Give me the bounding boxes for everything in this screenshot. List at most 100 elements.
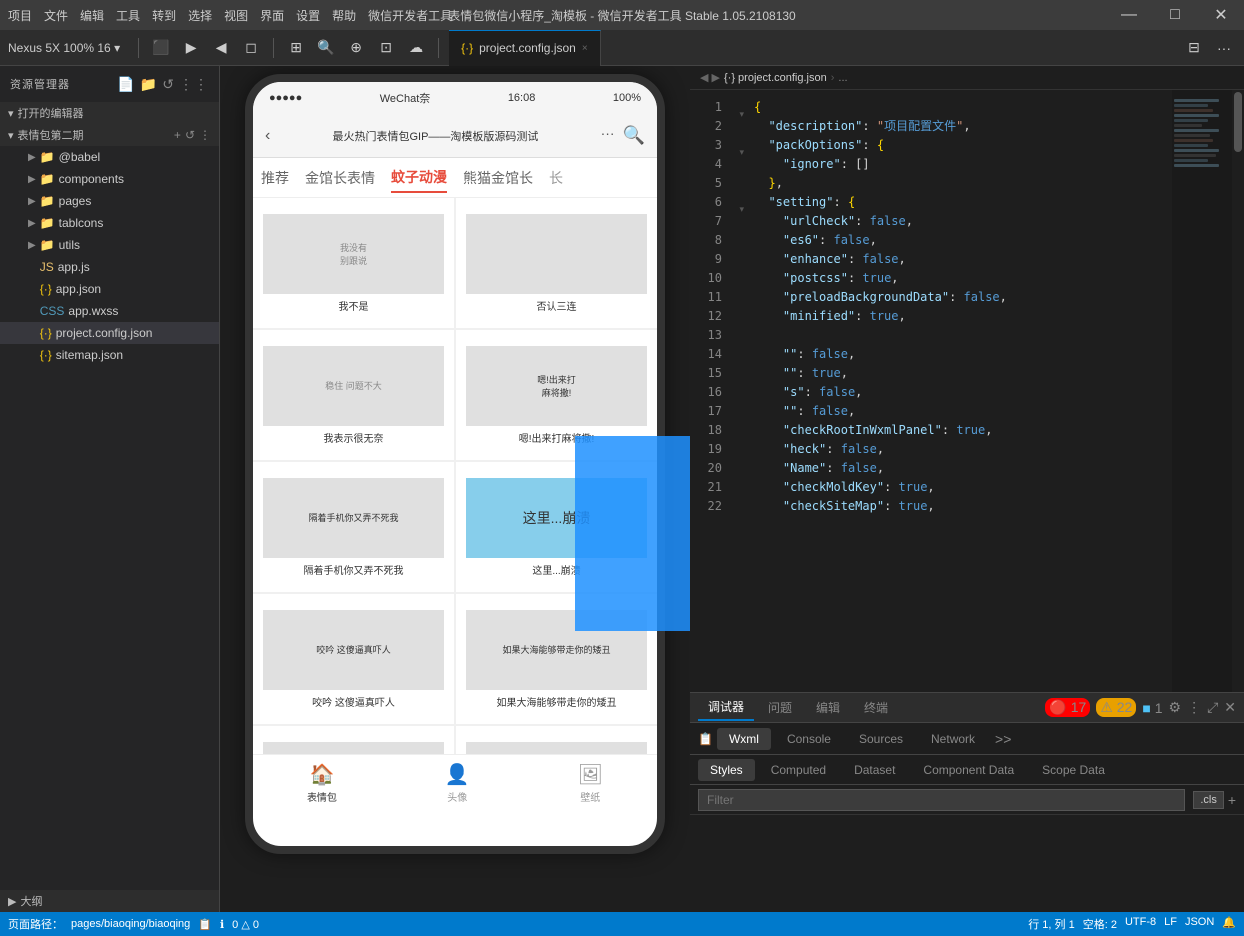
tree-item-appwxss[interactable]: ▶ CSS app.wxss xyxy=(0,300,219,322)
editor-tab-project-config[interactable]: {·} project.config.json × xyxy=(449,30,601,66)
device-selector[interactable]: Nexus 5X 100% 16 ▾ xyxy=(8,41,120,55)
code-area[interactable]: { "description": "项目配置文件", "packOptions"… xyxy=(746,90,1172,692)
refresh-sidebar-icon[interactable]: ↺ xyxy=(162,76,175,93)
status-info-icon[interactable]: ℹ xyxy=(220,918,224,931)
subtab-more-icon[interactable]: >> xyxy=(991,727,1015,751)
outline-section[interactable]: ▶ 大纲 xyxy=(0,890,219,912)
package-menu-icon[interactable]: ⋮ xyxy=(199,128,211,142)
emoji-card-5[interactable]: 隔着手机你又弄不死我 隔着手机你又弄不死我 xyxy=(253,462,454,592)
menu-goto[interactable]: 转到 xyxy=(152,7,176,24)
compile-icon[interactable]: ▶ xyxy=(179,36,203,60)
bottom-tab-avatar[interactable]: 👤 头像 xyxy=(445,762,470,804)
sidebar-header-icons[interactable]: 📄 📁 ↺ ⋮⋮ xyxy=(117,76,209,93)
filter-input[interactable] xyxy=(698,789,1185,811)
emoji-card-1[interactable]: 我没有别跟说 我不是 xyxy=(253,198,454,328)
status-bell-icon[interactable]: 🔔 xyxy=(1222,916,1236,932)
debug-subtab-wxml[interactable]: Wxml xyxy=(717,728,771,750)
stop-icon[interactable]: ⬛ xyxy=(149,36,173,60)
debug-tab-issues[interactable]: 问题 xyxy=(758,695,802,720)
emoji-card-9[interactable]: 怎么回事一直睡不着 怎么回事一直睡不着 xyxy=(253,726,454,754)
menu-tools[interactable]: 工具 xyxy=(116,7,140,24)
more-debug-icon[interactable]: ⋮ xyxy=(1187,699,1201,716)
phone-category-bar[interactable]: 推荐 金馆长表情 蚊子动漫 熊猫金馆长 长 xyxy=(253,158,657,198)
add-icon[interactable]: ⊕ xyxy=(344,36,368,60)
cls-button[interactable]: .cls xyxy=(1193,791,1224,809)
package-icons[interactable]: + ↺ ⋮ xyxy=(174,128,211,142)
bottom-tab-emoji[interactable]: 🏠 表情包 xyxy=(307,762,337,804)
new-folder-icon[interactable]: 📁 xyxy=(140,76,158,93)
tree-item-utils[interactable]: ▶ 📁 utils xyxy=(0,234,219,256)
phone-nav-icons[interactable]: ··· 🔍 xyxy=(601,125,645,146)
emoji-card-10[interactable]: 🔍 瞅你妈 你个傻逼 xyxy=(456,726,657,754)
scroll-thumb[interactable] xyxy=(1234,92,1242,152)
phone-more-icon[interactable]: ··· xyxy=(601,125,615,146)
window-controls[interactable]: — □ ✕ xyxy=(1106,0,1244,30)
debug-subtab-console[interactable]: Console xyxy=(775,728,843,750)
more-icon[interactable]: ··· xyxy=(1212,36,1236,60)
tree-item-appjson[interactable]: ▶ {·} app.json xyxy=(0,278,219,300)
cat-panda[interactable]: 熊猫金馆长 xyxy=(463,164,533,192)
breadcrumb-arrows[interactable]: ◀ ▶ xyxy=(700,71,720,84)
debug-tab-edit[interactable]: 编辑 xyxy=(806,695,850,720)
cat-more[interactable]: 长 xyxy=(549,164,563,192)
status-copy-icon[interactable]: 📋 xyxy=(198,918,212,931)
maximize-button[interactable]: □ xyxy=(1152,0,1198,30)
debug-sub-tabs[interactable]: 📋 Wxml Console Sources Network >> xyxy=(690,723,1244,755)
editor-scrollbar[interactable] xyxy=(1232,90,1244,692)
debug-subtab-network[interactable]: Network xyxy=(919,728,987,750)
search-icon[interactable]: 🔍 xyxy=(314,36,338,60)
menu-settings[interactable]: 设置 xyxy=(296,7,320,24)
add-style-icon[interactable]: + xyxy=(1228,792,1236,808)
emoji-card-3[interactable]: 稳住 问题不大 我表示很无奈 xyxy=(253,330,454,460)
emoji-card-2[interactable]: 否认三连 xyxy=(456,198,657,328)
close-button[interactable]: ✕ xyxy=(1198,0,1244,30)
fold-arrow-2[interactable]: ▾ xyxy=(739,147,744,158)
package-refresh-icon[interactable]: ↺ xyxy=(185,128,195,142)
open-editors-section[interactable]: ▾ 打开的编辑器 xyxy=(0,102,219,124)
debug-subtab-sources[interactable]: Sources xyxy=(847,728,915,750)
inspector-tab-component-data[interactable]: Component Data xyxy=(911,759,1026,781)
close-debug-icon[interactable]: ✕ xyxy=(1224,699,1236,716)
cat-tuijian[interactable]: 推荐 xyxy=(261,164,289,192)
menu-view[interactable]: 视图 xyxy=(224,7,248,24)
split-editor-icon[interactable]: ⊟ xyxy=(1182,36,1206,60)
menu-items[interactable]: 项目 文件 编辑 工具 转到 选择 视图 界面 设置 帮助 微信开发者工具 xyxy=(8,7,452,24)
menu-help[interactable]: 帮助 xyxy=(332,7,356,24)
inspector-tab-computed[interactable]: Computed xyxy=(759,759,838,781)
debug-icons[interactable]: 🔴 17 ⚠ 22 ■ 1 ⚙ ⋮ ⤢ ✕ xyxy=(1045,698,1236,717)
cat-jinsheng[interactable]: 金馆长表情 xyxy=(305,164,375,192)
layout-icon[interactable]: ⊞ xyxy=(284,36,308,60)
component-icon[interactable]: ⊡ xyxy=(374,36,398,60)
editor-tab-close[interactable]: × xyxy=(582,43,588,54)
back-icon[interactable]: ◀ xyxy=(209,36,233,60)
debug-tab-terminal[interactable]: 终端 xyxy=(854,695,898,720)
collapse-icon[interactable]: ⋮⋮ xyxy=(179,76,209,93)
fold-arrow-1[interactable]: ▾ xyxy=(739,109,744,120)
tree-item-tablcons[interactable]: ▶ 📁 tablcons xyxy=(0,212,219,234)
tree-item-sitemap[interactable]: ▶ {·} sitemap.json xyxy=(0,344,219,366)
refresh-icon[interactable]: ◻ xyxy=(239,36,263,60)
menu-select[interactable]: 选择 xyxy=(188,7,212,24)
debug-filter-bar[interactable]: .cls + xyxy=(690,785,1244,815)
emoji-card-7[interactable]: 咬吟 这傻逼真吓人 咬吟 这傻逼真吓人 xyxy=(253,594,454,724)
fold-arrow-3[interactable]: ▾ xyxy=(739,204,744,215)
tree-item-projectconfig[interactable]: ▶ {·} project.config.json xyxy=(0,322,219,344)
settings-icon[interactable]: ⚙ xyxy=(1169,699,1182,716)
new-file-icon[interactable]: 📄 xyxy=(117,76,135,93)
menu-wechat-tools[interactable]: 微信开发者工具 xyxy=(368,7,452,24)
inspector-tabs[interactable]: Styles Computed Dataset Component Data S… xyxy=(690,755,1244,785)
cat-wenzi[interactable]: 蚊子动漫 xyxy=(391,163,447,193)
tree-item-components[interactable]: ▶ 📁 components xyxy=(0,168,219,190)
menu-file[interactable]: 文件 xyxy=(44,7,68,24)
menu-interface[interactable]: 界面 xyxy=(260,7,284,24)
menu-edit[interactable]: 编辑 xyxy=(80,7,104,24)
inspector-tab-scope-data[interactable]: Scope Data xyxy=(1030,759,1117,781)
phone-search-icon[interactable]: 🔍 xyxy=(623,125,645,146)
package-add-icon[interactable]: + xyxy=(174,128,181,142)
debug-tabs[interactable]: 调试器 问题 编辑 终端 🔴 17 ⚠ 22 ■ 1 ⚙ ⋮ ⤢ ✕ xyxy=(690,693,1244,723)
tree-item-pages[interactable]: ▶ 📁 pages xyxy=(0,190,219,212)
phone-bottom-tabs[interactable]: 🏠 表情包 👤 头像 🖼 壁纸 xyxy=(253,754,657,810)
inspector-tab-dataset[interactable]: Dataset xyxy=(842,759,907,781)
debug-tab-debugger[interactable]: 调试器 xyxy=(698,694,754,721)
bottom-tab-wallpaper[interactable]: 🖼 壁纸 xyxy=(578,762,603,804)
